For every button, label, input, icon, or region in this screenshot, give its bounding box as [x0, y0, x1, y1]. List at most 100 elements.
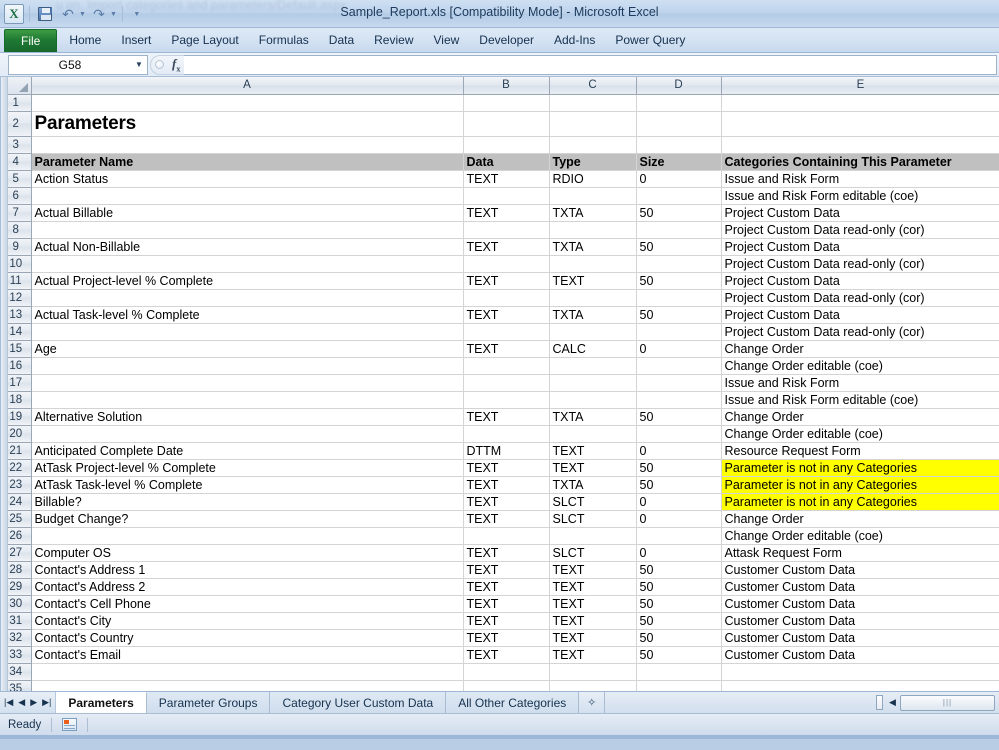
column-header-b[interactable]: B	[463, 77, 550, 95]
row-header[interactable]: 32	[1, 629, 32, 647]
cell-d1[interactable]	[636, 94, 722, 112]
cell-e34[interactable]	[721, 663, 999, 681]
row-header[interactable]: 2	[1, 111, 32, 137]
cell-e6[interactable]: Issue and Risk Form editable (coe)	[721, 187, 999, 205]
row-header[interactable]: 23	[1, 476, 32, 494]
cell-b32[interactable]: TEXT	[463, 629, 550, 647]
cell-b3[interactable]	[463, 136, 550, 154]
cell-c33[interactable]: TEXT	[549, 646, 637, 664]
cell-a29[interactable]: Contact's Address 2	[31, 578, 464, 596]
cell-c3[interactable]	[549, 136, 637, 154]
cell-a13[interactable]: Actual Task-level % Complete	[31, 306, 464, 324]
tab-view[interactable]: View	[424, 28, 470, 52]
cell-c31[interactable]: TEXT	[549, 612, 637, 630]
cell-e24[interactable]: Parameter is not in any Categories	[721, 493, 999, 511]
scrollbar-split-handle[interactable]	[876, 695, 883, 710]
cell-b13[interactable]: TEXT	[463, 306, 550, 324]
cell-b5[interactable]: TEXT	[463, 170, 550, 188]
cell-c10[interactable]	[549, 255, 637, 273]
tab-data[interactable]: Data	[319, 28, 364, 52]
row-header[interactable]: 19	[1, 408, 32, 426]
row-header[interactable]: 8	[1, 221, 32, 239]
cell-e4[interactable]: Categories Containing This Parameter	[721, 153, 999, 171]
cell-e29[interactable]: Customer Custom Data	[721, 578, 999, 596]
cell-d10[interactable]	[636, 255, 722, 273]
cell-d6[interactable]	[636, 187, 722, 205]
name-box[interactable]: G58 ▼	[8, 54, 148, 75]
cell-b7[interactable]: TEXT	[463, 204, 550, 222]
cell-c15[interactable]: CALC	[549, 340, 637, 358]
cell-c27[interactable]: SLCT	[549, 544, 637, 562]
cell-e12[interactable]: Project Custom Data read-only (cor)	[721, 289, 999, 307]
tab-home[interactable]: Home	[59, 28, 111, 52]
cell-b18[interactable]	[463, 391, 550, 409]
cell-b16[interactable]	[463, 357, 550, 375]
cell-b29[interactable]: TEXT	[463, 578, 550, 596]
cell-a27[interactable]: Computer OS	[31, 544, 464, 562]
cell-a15[interactable]: Age	[31, 340, 464, 358]
row-header[interactable]: 27	[1, 544, 32, 562]
cell-d28[interactable]: 50	[636, 561, 722, 579]
cell-b24[interactable]: TEXT	[463, 493, 550, 511]
cell-e8[interactable]: Project Custom Data read-only (cor)	[721, 221, 999, 239]
cell-a30[interactable]: Contact's Cell Phone	[31, 595, 464, 613]
sheet-tab-category-user-custom-data[interactable]: Category User Custom Data	[270, 692, 447, 713]
cell-e18[interactable]: Issue and Risk Form editable (coe)	[721, 391, 999, 409]
tab-review[interactable]: Review	[364, 28, 423, 52]
sheet-tab-parameter-groups[interactable]: Parameter Groups	[146, 692, 271, 713]
row-header[interactable]: 4	[1, 153, 32, 171]
cell-e17[interactable]: Issue and Risk Form	[721, 374, 999, 392]
cell-d14[interactable]	[636, 323, 722, 341]
row-header[interactable]: 6	[1, 187, 32, 205]
cell-d23[interactable]: 50	[636, 476, 722, 494]
row-header[interactable]: 12	[1, 289, 32, 307]
cell-b11[interactable]: TEXT	[463, 272, 550, 290]
cell-e33[interactable]: Customer Custom Data	[721, 646, 999, 664]
cell-d9[interactable]: 50	[636, 238, 722, 256]
tab-power-query[interactable]: Power Query	[605, 28, 695, 52]
cell-a19[interactable]: Alternative Solution	[31, 408, 464, 426]
cell-a31[interactable]: Contact's City	[31, 612, 464, 630]
insert-worksheet-icon[interactable]: ✧	[579, 692, 606, 713]
cell-d3[interactable]	[636, 136, 722, 154]
tab-developer[interactable]: Developer	[469, 28, 544, 52]
cell-a5[interactable]: Action Status	[31, 170, 464, 188]
cell-d25[interactable]: 0	[636, 510, 722, 528]
cell-a22[interactable]: AtTask Project-level % Complete	[31, 459, 464, 477]
cell-d31[interactable]: 50	[636, 612, 722, 630]
cell-c2[interactable]	[549, 111, 637, 137]
cell-b35[interactable]	[463, 680, 550, 691]
row-header[interactable]: 15	[1, 340, 32, 358]
cell-d27[interactable]: 0	[636, 544, 722, 562]
row-header[interactable]: 10	[1, 255, 32, 273]
cell-d26[interactable]	[636, 527, 722, 545]
cell-d2[interactable]	[636, 111, 722, 137]
cell-b23[interactable]: TEXT	[463, 476, 550, 494]
cell-c20[interactable]	[549, 425, 637, 443]
cell-b22[interactable]: TEXT	[463, 459, 550, 477]
tab-add-ins[interactable]: Add-Ins	[544, 28, 605, 52]
cell-d24[interactable]: 0	[636, 493, 722, 511]
last-sheet-icon[interactable]: ▶|	[42, 698, 51, 707]
cell-a33[interactable]: Contact's Email	[31, 646, 464, 664]
cell-a11[interactable]: Actual Project-level % Complete	[31, 272, 464, 290]
cell-e28[interactable]: Customer Custom Data	[721, 561, 999, 579]
cell-a9[interactable]: Actual Non-Billable	[31, 238, 464, 256]
cell-c26[interactable]	[549, 527, 637, 545]
cell-b30[interactable]: TEXT	[463, 595, 550, 613]
cell-b2[interactable]	[463, 111, 550, 137]
cell-a1[interactable]	[31, 94, 464, 112]
cell-e9[interactable]: Project Custom Data	[721, 238, 999, 256]
cell-a17[interactable]	[31, 374, 464, 392]
cell-e32[interactable]: Customer Custom Data	[721, 629, 999, 647]
cell-d30[interactable]: 50	[636, 595, 722, 613]
cell-b33[interactable]: TEXT	[463, 646, 550, 664]
row-header[interactable]: 33	[1, 646, 32, 664]
cell-b14[interactable]	[463, 323, 550, 341]
cell-e27[interactable]: Attask Request Form	[721, 544, 999, 562]
cell-b10[interactable]	[463, 255, 550, 273]
row-header[interactable]: 25	[1, 510, 32, 528]
formula-input[interactable]	[184, 54, 997, 75]
cell-d13[interactable]: 50	[636, 306, 722, 324]
cell-e3[interactable]	[721, 136, 999, 154]
